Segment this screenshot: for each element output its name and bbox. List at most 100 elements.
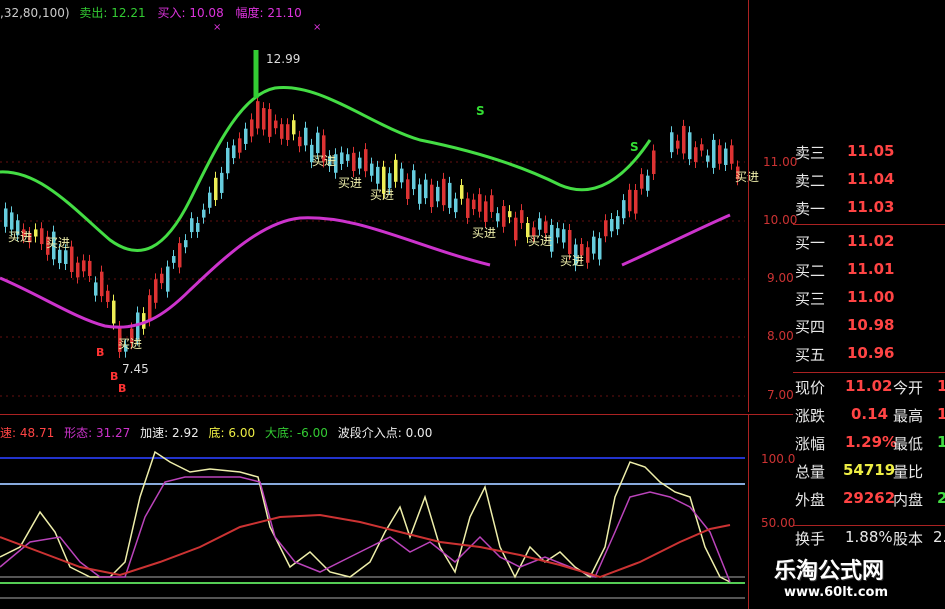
buy-signal-label: 买进 [338, 176, 363, 190]
candle-body [226, 147, 230, 174]
bottom-signal-label: B [118, 382, 127, 395]
quote-panel: 现价 11.02 今开 1 涨跌 0.14 最高 1 涨幅 1.29% 最低 1… [793, 372, 945, 549]
order-label: 买五 [795, 346, 826, 364]
indicator-divider [0, 414, 793, 415]
candle-body [436, 186, 440, 202]
candle-body [304, 127, 308, 146]
candle-body [718, 145, 722, 164]
indicator-axis-tick: 50.00 [761, 516, 796, 530]
price-axis-tick: 9.00 [767, 271, 794, 285]
yellow-indicator-line [0, 450, 731, 583]
quote-label: 量比 [893, 463, 924, 481]
candle-body [610, 219, 614, 232]
order-label: 买三 [795, 290, 826, 308]
order-row: 买四 10.98 [793, 316, 945, 336]
quote-label: 股本 [893, 530, 924, 548]
order-label: 卖二 [795, 172, 826, 190]
candle-body [502, 206, 506, 227]
order-price: 10.96 [847, 344, 895, 362]
order-row: 买二 11.01 [793, 260, 945, 280]
candle-body [676, 140, 680, 149]
price-axis-tick: 8.00 [767, 329, 794, 343]
candle-body [730, 145, 734, 164]
quote-value: 1.29% [845, 433, 898, 451]
buy-signal-label: 买进 [312, 154, 337, 168]
candle-body [724, 148, 728, 165]
quote-value: 1 [937, 405, 945, 423]
candle-body [706, 155, 710, 162]
candle-body [622, 200, 626, 219]
candle-body [70, 246, 74, 273]
price-chart[interactable] [0, 0, 748, 412]
candle-body [598, 238, 602, 260]
candle-body [148, 295, 152, 321]
indicator-chart[interactable] [0, 437, 748, 609]
candle-body [94, 282, 98, 296]
order-price: 11.02 [847, 232, 895, 250]
candle-body [10, 212, 14, 230]
candle-body [76, 262, 80, 278]
candle-body [700, 144, 704, 151]
candle-body [232, 145, 236, 159]
candle-body [40, 228, 44, 245]
candle-body [604, 220, 608, 237]
quote-label: 最高 [893, 407, 924, 425]
order-row: 买三 11.00 [793, 288, 945, 308]
lower-band-line [621, 213, 731, 267]
candle-body [106, 290, 110, 302]
candle-body [82, 260, 86, 272]
order-price: 11.01 [847, 260, 895, 278]
order-price: 11.05 [847, 142, 895, 160]
candle-body [364, 149, 368, 172]
order-label: 买一 [795, 234, 826, 252]
order-row: 卖二 11.04 [793, 170, 945, 190]
candle-body [640, 174, 644, 189]
order-price: 10.98 [847, 316, 895, 334]
candle-body [634, 190, 638, 214]
candle-body [208, 192, 212, 208]
candle-body [172, 256, 176, 263]
order-row: 买五 10.96 [793, 344, 945, 364]
buy-signal-label: 买进 [118, 337, 143, 351]
candle-body [178, 243, 182, 268]
candle-body [340, 152, 344, 164]
candle-body [280, 124, 284, 139]
candle-body [262, 108, 266, 130]
candle-body [58, 249, 62, 264]
candle-body [646, 175, 650, 191]
quote-value: 2. [933, 528, 945, 546]
quote-value: 1 [937, 377, 945, 395]
sell-signal-label: S [630, 140, 639, 154]
price-axis: 11.00 10.00 9.00 8.00 7.00 [748, 0, 797, 412]
order-price: 11.03 [847, 198, 895, 216]
candle-body [556, 228, 560, 238]
candle-body [412, 170, 416, 190]
candle-body [220, 172, 224, 193]
candle-body [112, 300, 116, 324]
buy-signal-label: 买进 [8, 230, 33, 244]
candle-body [418, 184, 422, 204]
quote-value: 2 [937, 489, 945, 507]
order-label: 买四 [795, 318, 826, 336]
order-row: 卖一 11.03 [793, 198, 945, 218]
candle-body [184, 240, 188, 248]
candle-body [4, 208, 8, 227]
candle-body [190, 218, 194, 233]
candle-body [442, 178, 446, 206]
quote-row: 换手 1.88% 股本 2. [793, 525, 945, 550]
candle-body [460, 185, 464, 199]
candle-body [466, 198, 470, 218]
watermark-title: 乐淘公式网 [774, 559, 885, 584]
candle-body [478, 194, 482, 212]
candle-body [568, 229, 572, 254]
order-row: 买一 11.02 [793, 232, 945, 252]
quote-label: 内盘 [893, 491, 924, 509]
candle-body [154, 279, 158, 303]
quote-row: 涨跌 0.14 最高 1 [793, 405, 945, 427]
candle-body [652, 150, 656, 175]
quote-row: 涨幅 1.29% 最低 1 [793, 433, 945, 455]
candle-body [628, 189, 632, 212]
candle-body [586, 247, 590, 263]
candle-body [592, 236, 596, 254]
order-price: 11.00 [847, 288, 895, 306]
